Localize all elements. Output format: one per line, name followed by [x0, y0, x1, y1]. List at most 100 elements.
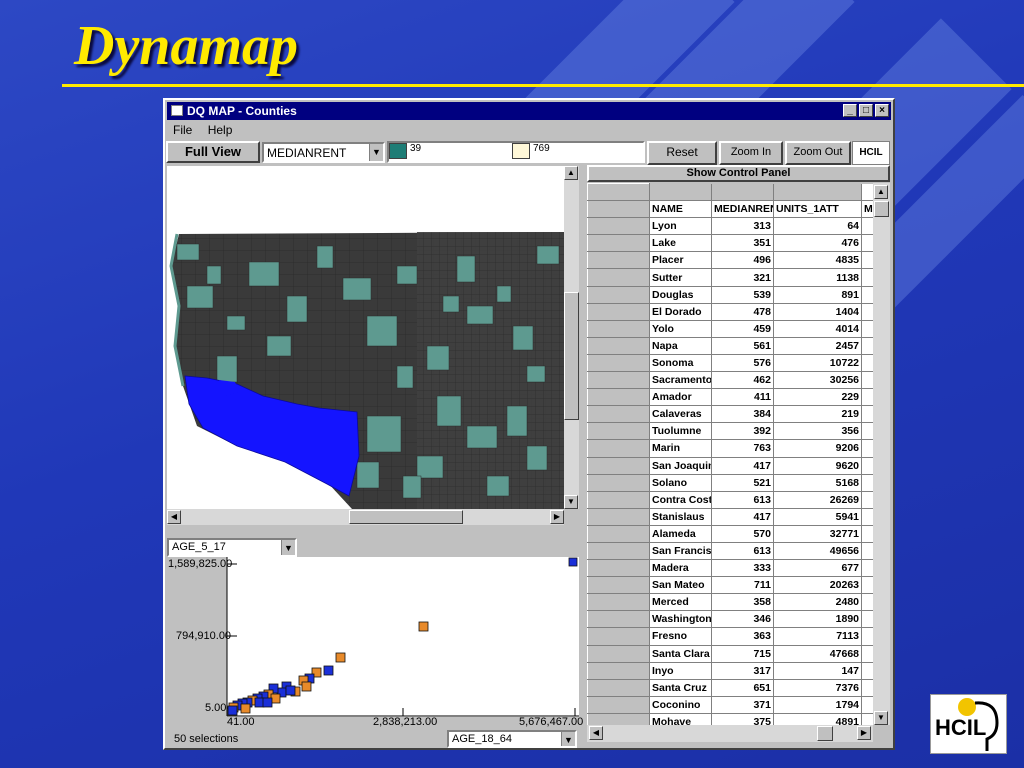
reset-button[interactable]: Reset: [647, 141, 717, 165]
table-row[interactable]: Coconino 371 1794: [587, 695, 876, 714]
cell-name[interactable]: Contra Costa: [649, 491, 712, 509]
row-header[interactable]: [587, 490, 650, 509]
cell-name[interactable]: Napa: [649, 337, 712, 355]
row-header[interactable]: [587, 661, 650, 680]
county-grid[interactable]: NAME MEDIANRENT UNITS_1ATT M Lyon31364La…: [587, 183, 876, 725]
table-row[interactable]: Stanislaus 417 5941: [587, 507, 876, 526]
table-row[interactable]: San Joaquin 417 9620: [587, 456, 876, 475]
table-row[interactable]: Merced 358 2480: [587, 593, 876, 612]
cell-units-1att[interactable]: 4835: [773, 251, 862, 270]
cell-medianrent[interactable]: 392: [711, 422, 774, 441]
cell-medianrent[interactable]: 363: [711, 627, 774, 646]
table-horizontal-scrollbar[interactable]: ◀ ▶: [587, 725, 873, 742]
close-button[interactable]: ×: [875, 104, 889, 117]
county-map-svg[interactable]: [167, 166, 564, 509]
cell-name[interactable]: Marin: [649, 439, 712, 458]
cell-units-1att[interactable]: 9206: [773, 439, 862, 458]
cell-medianrent[interactable]: 496: [711, 251, 774, 270]
cell-units-1att[interactable]: 1890: [773, 610, 862, 629]
cell-name[interactable]: Washington: [649, 610, 712, 629]
column-header-units-1att[interactable]: UNITS_1ATT: [773, 200, 862, 219]
cell-medianrent[interactable]: 521: [711, 474, 774, 492]
table-row[interactable]: Santa Cruz 651 7376: [587, 678, 876, 697]
cell-name[interactable]: Merced: [649, 593, 712, 612]
table-row[interactable]: Lake 351 476: [587, 234, 876, 253]
cell-medianrent[interactable]: 417: [711, 457, 774, 475]
cell-units-1att[interactable]: 47668: [773, 645, 862, 663]
table-row[interactable]: Solano 521 5168: [587, 473, 876, 492]
row-header[interactable]: [587, 388, 650, 407]
range-max-swatch[interactable]: [512, 143, 530, 159]
scroll-left-icon[interactable]: ◀: [589, 726, 603, 740]
table-row[interactable]: Mohave 375 4891: [587, 712, 876, 725]
cell-units-1att[interactable]: 10722: [773, 354, 862, 373]
cell-medianrent[interactable]: 576: [711, 354, 774, 373]
cell-name[interactable]: Inyo: [649, 662, 712, 680]
cell-units-1att[interactable]: 5941: [773, 508, 862, 526]
cell-units-1att[interactable]: 49656: [773, 542, 862, 561]
cell-units-1att[interactable]: 147: [773, 662, 862, 680]
row-header[interactable]: [587, 319, 650, 338]
cell-units-1att[interactable]: 26269: [773, 491, 862, 509]
cell-name[interactable]: Santa Cruz: [649, 679, 712, 697]
cell-units-1att[interactable]: 9620: [773, 457, 862, 475]
cell-name[interactable]: Placer: [649, 251, 712, 270]
cell-medianrent[interactable]: 321: [711, 268, 774, 287]
table-row[interactable]: Inyo 317 147: [587, 661, 876, 680]
scroll-right-icon[interactable]: ▶: [550, 510, 564, 524]
cell-medianrent[interactable]: 417: [711, 508, 774, 526]
cell-units-1att[interactable]: 32771: [773, 525, 862, 543]
window-titlebar[interactable]: DQ MAP - Counties _ □ ×: [167, 102, 891, 120]
map-vertical-scrollbar[interactable]: ▲ ▼: [564, 166, 579, 509]
cell-name[interactable]: Douglas: [649, 286, 712, 304]
row-header[interactable]: [587, 422, 650, 441]
cell-name[interactable]: Fresno: [649, 627, 712, 646]
row-header[interactable]: [587, 610, 650, 629]
row-header[interactable]: [587, 473, 650, 492]
cell-units-1att[interactable]: 20263: [773, 576, 862, 595]
row-header[interactable]: [587, 541, 650, 561]
map-vscroll-thumb[interactable]: [564, 292, 579, 420]
table-row[interactable]: Amador 411 229: [587, 388, 876, 407]
cell-name[interactable]: Calaveras: [649, 405, 712, 424]
zoom-out-button[interactable]: Zoom Out: [785, 141, 851, 165]
table-row[interactable]: Marin 763 9206: [587, 439, 876, 458]
cell-medianrent[interactable]: 313: [711, 217, 774, 236]
cell-medianrent[interactable]: 459: [711, 320, 774, 338]
county-table[interactable]: NAME MEDIANRENT UNITS_1ATT M Lyon31364La…: [587, 183, 890, 725]
cell-units-1att[interactable]: 229: [773, 388, 862, 407]
row-header[interactable]: [587, 217, 650, 236]
cell-medianrent[interactable]: 613: [711, 491, 774, 509]
row-header[interactable]: [587, 234, 650, 253]
cell-name[interactable]: Sacramento: [649, 371, 712, 390]
row-header[interactable]: [587, 593, 650, 612]
cell-units-1att[interactable]: 4891: [773, 713, 862, 725]
cell-medianrent[interactable]: 651: [711, 679, 774, 697]
table-row[interactable]: San Francisco61349656: [587, 541, 876, 561]
row-header[interactable]: [587, 559, 650, 578]
cell-medianrent[interactable]: 317: [711, 662, 774, 680]
table-row[interactable]: Madera 333 677: [587, 559, 876, 578]
full-view-button[interactable]: Full View: [166, 141, 260, 163]
scatterplot-svg[interactable]: [167, 536, 579, 748]
cell-name[interactable]: Tuolumne: [649, 422, 712, 441]
range-min-swatch[interactable]: [389, 143, 407, 159]
cell-medianrent[interactable]: 346: [711, 610, 774, 629]
cell-name[interactable]: San Joaquin: [649, 457, 712, 475]
cell-units-1att[interactable]: 2457: [773, 337, 862, 355]
table-row[interactable]: Calaveras 384 219: [587, 405, 876, 424]
show-control-panel-button[interactable]: Show Control Panel: [587, 165, 890, 182]
cell-name[interactable]: Yolo: [649, 320, 712, 338]
cell-name[interactable]: El Dorado: [649, 303, 712, 321]
cell-name[interactable]: Madera: [649, 559, 712, 578]
table-row[interactable]: Contra Costa 613 26269: [587, 490, 876, 509]
scroll-up-icon[interactable]: ▲: [564, 166, 578, 180]
dropdown-arrow-icon[interactable]: ▼: [369, 144, 383, 161]
column-header-medianrent[interactable]: MEDIANRENT: [711, 200, 774, 219]
table-row[interactable]: Sacramento 462 30256: [587, 371, 876, 390]
cell-name[interactable]: Sutter: [649, 268, 712, 287]
cell-medianrent[interactable]: 371: [711, 696, 774, 714]
cell-medianrent[interactable]: 711: [711, 576, 774, 595]
table-row[interactable]: Yolo 459 4014: [587, 319, 876, 338]
map-horizontal-scrollbar[interactable]: ◀ ▶: [167, 509, 564, 525]
